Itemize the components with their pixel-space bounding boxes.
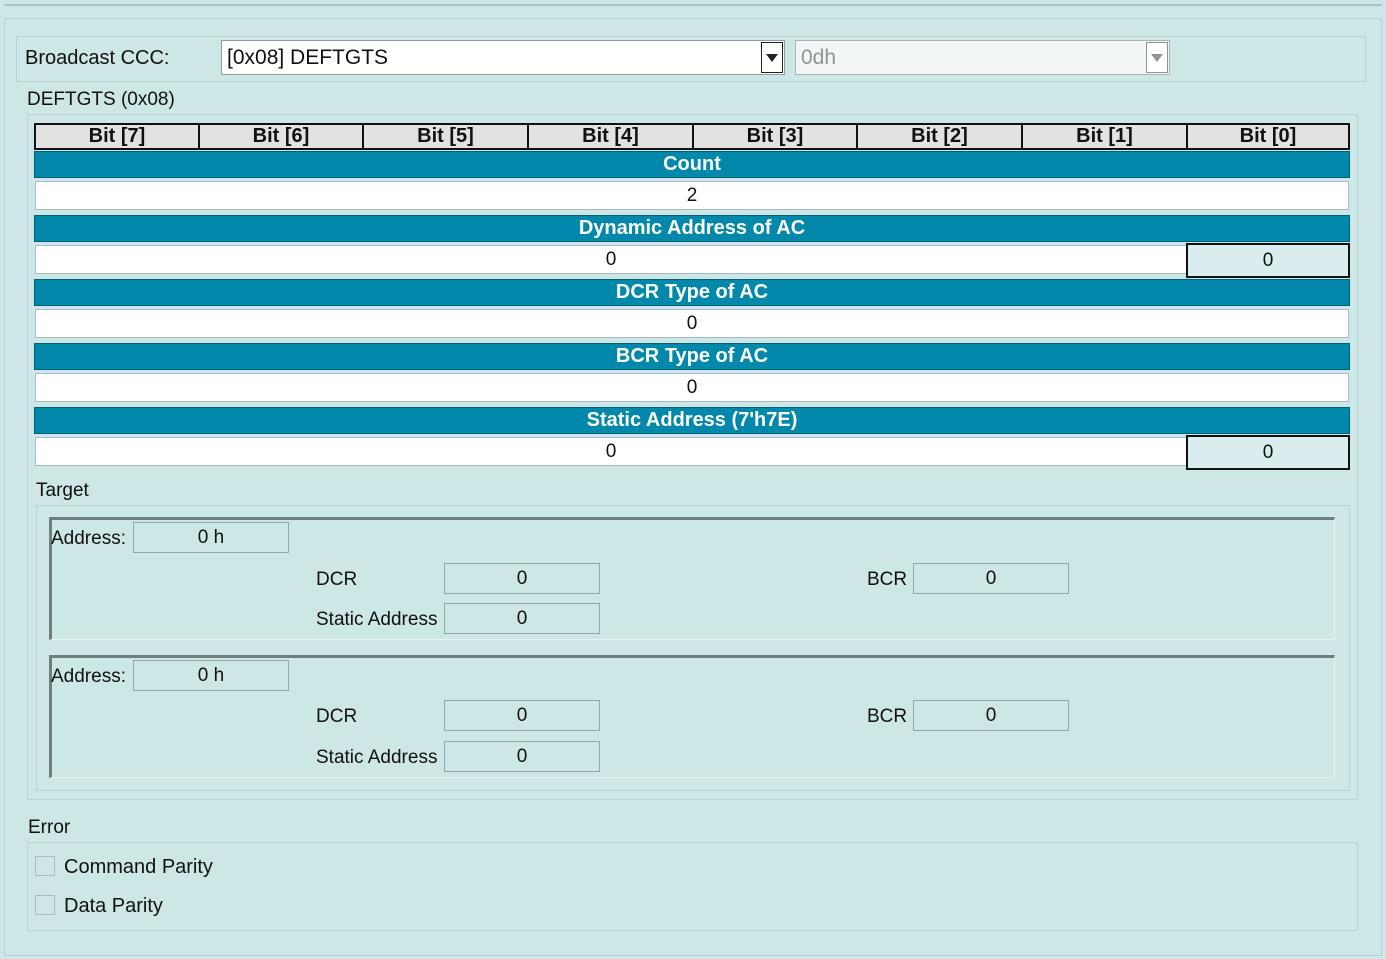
bcr-type-field[interactable]: 0 — [35, 373, 1349, 402]
target-address-field[interactable]: 0 h — [133, 660, 289, 691]
target-static-address-label: Static Address — [316, 747, 438, 768]
bit-header-1: Bit [1] — [1021, 123, 1188, 150]
error-title: Error — [28, 817, 71, 838]
ccc-select[interactable]: [0x08] DEFTGTS — [221, 40, 785, 75]
target-bcr-field[interactable]: 0 — [913, 700, 1069, 731]
error-group — [27, 842, 1358, 931]
secondary-select[interactable]: 0dh — [795, 40, 1170, 75]
dynamic-address-field[interactable]: 0 — [35, 245, 1187, 274]
chevron-down-icon — [1151, 53, 1163, 62]
target-address-label: Address: — [51, 528, 126, 549]
static-address-header: Static Address (7'h7E) — [34, 407, 1350, 434]
count-header: Count — [34, 151, 1350, 178]
command-parity-label[interactable]: Command Parity — [64, 856, 213, 879]
bit-header-5: Bit [5] — [362, 123, 529, 150]
command-parity-checkbox[interactable] — [35, 856, 55, 876]
bit-header-6: Bit [6] — [198, 123, 364, 150]
bcr-type-header: BCR Type of AC — [34, 343, 1350, 370]
ccc-select-value: [0x08] DEFTGTS — [227, 46, 389, 69]
target-title: Target — [36, 480, 89, 501]
bit-header-2: Bit [2] — [856, 123, 1023, 150]
bit-header-4: Bit [4] — [527, 123, 694, 150]
secondary-dropdown-button[interactable] — [1146, 42, 1168, 73]
chevron-down-icon — [766, 53, 778, 62]
target-address-label: Address: — [51, 666, 126, 687]
broadcast-ccc-label: Broadcast CCC: — [25, 47, 170, 69]
secondary-select-value: 0dh — [801, 46, 837, 69]
count-field[interactable]: 2 — [35, 181, 1349, 210]
dynamic-address-bit0-field[interactable]: 0 — [1186, 243, 1350, 278]
target-static-address-field[interactable]: 0 — [444, 741, 600, 772]
target-static-address-field[interactable]: 0 — [444, 603, 600, 634]
ccc-dropdown-button[interactable] — [761, 42, 783, 73]
target-bcr-field[interactable]: 0 — [913, 563, 1069, 594]
bit-header-7: Bit [7] — [34, 123, 200, 150]
bit-header-3: Bit [3] — [692, 123, 858, 150]
target-dcr-field[interactable]: 0 — [444, 700, 600, 731]
target-bcr-label: BCR — [867, 706, 908, 727]
target-address-field[interactable]: 0 h — [133, 522, 289, 553]
deftgts-title: DEFTGTS (0x08) — [27, 89, 175, 110]
dcr-type-field[interactable]: 0 — [35, 309, 1349, 338]
top-divider — [4, 4, 1382, 6]
data-parity-checkbox[interactable] — [35, 895, 55, 915]
target-dcr-label: DCR — [316, 569, 358, 590]
target-dcr-field[interactable]: 0 — [444, 563, 600, 594]
dcr-type-header: DCR Type of AC — [34, 279, 1350, 306]
static-address-bit0-field[interactable]: 0 — [1186, 435, 1350, 470]
target-dcr-label: DCR — [316, 706, 358, 727]
target-static-address-label: Static Address — [316, 609, 438, 630]
bit-header-0: Bit [0] — [1186, 123, 1350, 150]
static-address-field[interactable]: 0 — [35, 437, 1187, 466]
data-parity-label[interactable]: Data Parity — [64, 895, 163, 918]
target-bcr-label: BCR — [867, 569, 908, 590]
dynamic-address-header: Dynamic Address of AC — [34, 215, 1350, 242]
